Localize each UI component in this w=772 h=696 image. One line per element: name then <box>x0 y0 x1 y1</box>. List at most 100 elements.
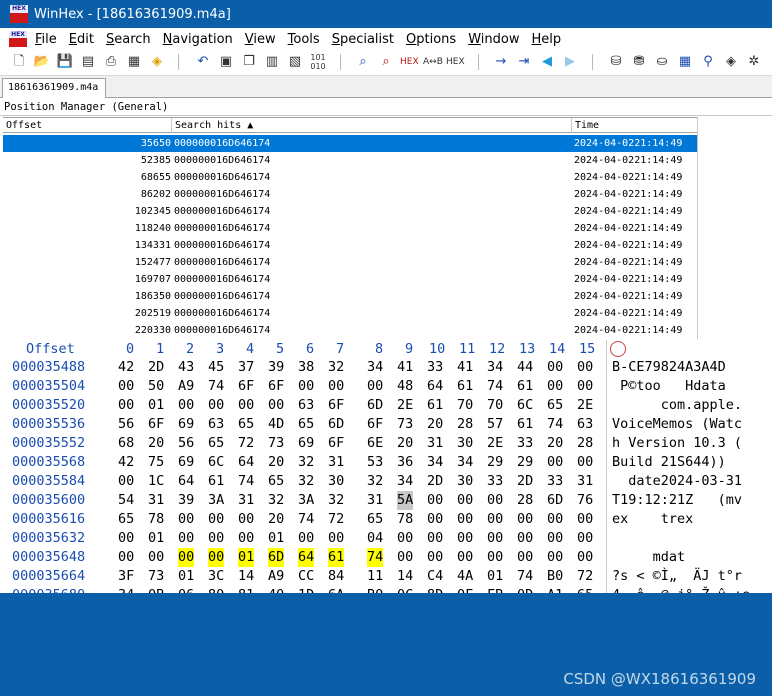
hex-byte[interactable]: 65 <box>367 510 383 529</box>
hex-byte[interactable]: 00 <box>487 491 503 510</box>
hex-byte[interactable]: 61 <box>328 548 345 567</box>
hex-byte[interactable]: 6F <box>238 377 254 396</box>
position-row[interactable]: 102345 000000016D646174 2024-04-0221:14:49 <box>3 203 697 220</box>
hex-byte[interactable]: 32 <box>328 491 344 510</box>
paste-zero-icon[interactable]: ▧ <box>286 53 304 71</box>
hex-byte[interactable]: 00 <box>178 510 194 529</box>
hex-byte[interactable]: 39 <box>268 358 284 377</box>
column-header-time[interactable]: Time <box>572 118 697 133</box>
hex-byte[interactable]: 20 <box>547 434 563 453</box>
hex-byte[interactable]: 32 <box>268 491 284 510</box>
hex-byte[interactable]: 2D <box>517 472 533 491</box>
column-header-search-hits[interactable]: Search hits ▲ <box>172 118 572 133</box>
hex-byte[interactable]: 30 <box>457 472 473 491</box>
text-column[interactable]: h Version 10.3 ( <box>612 434 742 453</box>
hex-byte[interactable]: 30 <box>457 434 473 453</box>
hex-byte[interactable]: 70 <box>457 396 473 415</box>
hex-byte[interactable]: 41 <box>457 358 473 377</box>
hex-byte[interactable]: 64 <box>238 453 254 472</box>
hex-byte[interactable]: 00 <box>238 529 254 548</box>
hex-byte[interactable]: 74 <box>238 472 254 491</box>
hex-byte[interactable]: 76 <box>577 491 593 510</box>
hex-byte[interactable]: 64 <box>427 377 443 396</box>
hex-byte[interactable]: 32 <box>298 472 314 491</box>
hex-byte[interactable]: 00 <box>208 548 225 567</box>
position-row[interactable]: 186350 000000016D646174 2024-04-0221:14:49 <box>3 288 697 305</box>
position-row[interactable]: 134331 000000016D646174 2024-04-0221:14:49 <box>3 237 697 254</box>
hex-byte[interactable]: 34 <box>367 358 383 377</box>
hex-byte[interactable]: 00 <box>178 529 194 548</box>
hex-byte[interactable]: A9 <box>268 567 284 586</box>
menu-options[interactable]: Options <box>402 32 464 47</box>
hex-byte[interactable]: 32 <box>298 453 314 472</box>
find-text-icon[interactable]: ⌕ <box>354 53 372 71</box>
text-column[interactable]: B-CE79824A3A4D <box>612 358 742 377</box>
hex-byte[interactable]: 00 <box>178 548 195 567</box>
hex-byte[interactable]: 42 <box>118 453 134 472</box>
hex-byte[interactable]: 00 <box>118 377 134 396</box>
hex-byte[interactable]: 31 <box>577 472 593 491</box>
target-icon[interactable] <box>610 341 626 357</box>
hex-byte[interactable]: 6A <box>328 586 344 593</box>
hex-byte[interactable]: 75 <box>148 453 164 472</box>
hex-byte[interactable]: 63 <box>577 415 593 434</box>
hex-byte[interactable]: 32 <box>328 358 344 377</box>
position-row[interactable]: 169707 000000016D646174 2024-04-0221:14:49 <box>3 271 697 288</box>
hex-byte[interactable]: 6F <box>328 434 344 453</box>
go-to-offset-icon[interactable]: → <box>492 53 510 71</box>
hex-byte[interactable]: 00 <box>427 548 443 567</box>
hex-byte[interactable]: 00 <box>208 529 224 548</box>
hex-byte[interactable]: 74 <box>517 567 533 586</box>
menu-specialist[interactable]: Specialist <box>328 32 402 47</box>
text-column[interactable]: VoiceMemos (Watc <box>612 415 742 434</box>
menu-edit[interactable]: Edit <box>65 32 102 47</box>
hex-byte[interactable]: 00 <box>517 510 533 529</box>
hex-byte[interactable]: 00 <box>547 548 563 567</box>
hex-byte[interactable]: 73 <box>268 434 284 453</box>
hex-byte[interactable]: 00 <box>487 529 503 548</box>
text-column[interactable]: P©too Hdata <box>612 377 742 396</box>
cube-icon[interactable]: ◈ <box>722 53 740 71</box>
hex-byte[interactable]: 65 <box>118 510 134 529</box>
hex-byte[interactable]: 00 <box>457 510 473 529</box>
hex-byte[interactable]: 61 <box>517 377 533 396</box>
hex-byte[interactable]: 00 <box>547 377 563 396</box>
hex-byte[interactable]: 37 <box>238 358 254 377</box>
hex-byte[interactable]: 20 <box>268 453 284 472</box>
position-row[interactable]: 86202 000000016D646174 2024-04-0221:14:49 <box>3 186 697 203</box>
hex-byte[interactable]: 74 <box>298 510 314 529</box>
hex-byte[interactable]: 00 <box>577 529 593 548</box>
hex-byte[interactable]: 40 <box>268 586 284 593</box>
hex-byte[interactable]: C4 <box>427 567 443 586</box>
hex-byte[interactable]: 34 <box>487 358 503 377</box>
hex-byte[interactable]: 33 <box>517 434 533 453</box>
text-column[interactable]: com.apple. <box>612 396 742 415</box>
hex-byte[interactable]: 01 <box>148 529 164 548</box>
hex-byte[interactable]: 0B <box>148 586 164 593</box>
hex-byte[interactable]: 64 <box>298 548 315 567</box>
hex-byte[interactable]: B0 <box>367 586 383 593</box>
hex-byte[interactable]: 70 <box>487 396 503 415</box>
hex-byte[interactable]: 01 <box>178 567 194 586</box>
hex-byte[interactable]: 00 <box>577 358 593 377</box>
hex-byte[interactable]: 64 <box>178 472 194 491</box>
text-column[interactable]: 4 ‚ô @ j° Ž û ¡e <box>612 586 750 593</box>
hex-byte[interactable]: 8D <box>427 586 443 593</box>
save-icon[interactable]: 💾 <box>56 53 74 71</box>
binary-icon[interactable]: 101 010 <box>309 53 327 71</box>
integer-search-icon[interactable]: HEX <box>446 53 465 71</box>
paste-icon[interactable]: ▥ <box>263 53 281 71</box>
save-all-icon[interactable]: ▤ <box>79 53 97 71</box>
hex-byte[interactable]: 6D <box>328 415 344 434</box>
menu-navigation[interactable]: Navigation <box>159 32 241 47</box>
hex-byte[interactable]: 80 <box>208 586 224 593</box>
hex-byte[interactable]: 6E <box>367 434 383 453</box>
hex-byte[interactable]: 74 <box>208 377 224 396</box>
hex-byte[interactable]: 28 <box>577 434 593 453</box>
hex-byte[interactable]: 00 <box>577 453 593 472</box>
hex-byte[interactable]: 01 <box>148 396 164 415</box>
hex-byte[interactable]: 6F <box>148 415 164 434</box>
hex-byte[interactable]: 42 <box>118 358 134 377</box>
menu-search[interactable]: Search <box>102 32 159 47</box>
hex-byte[interactable]: 00 <box>517 529 533 548</box>
